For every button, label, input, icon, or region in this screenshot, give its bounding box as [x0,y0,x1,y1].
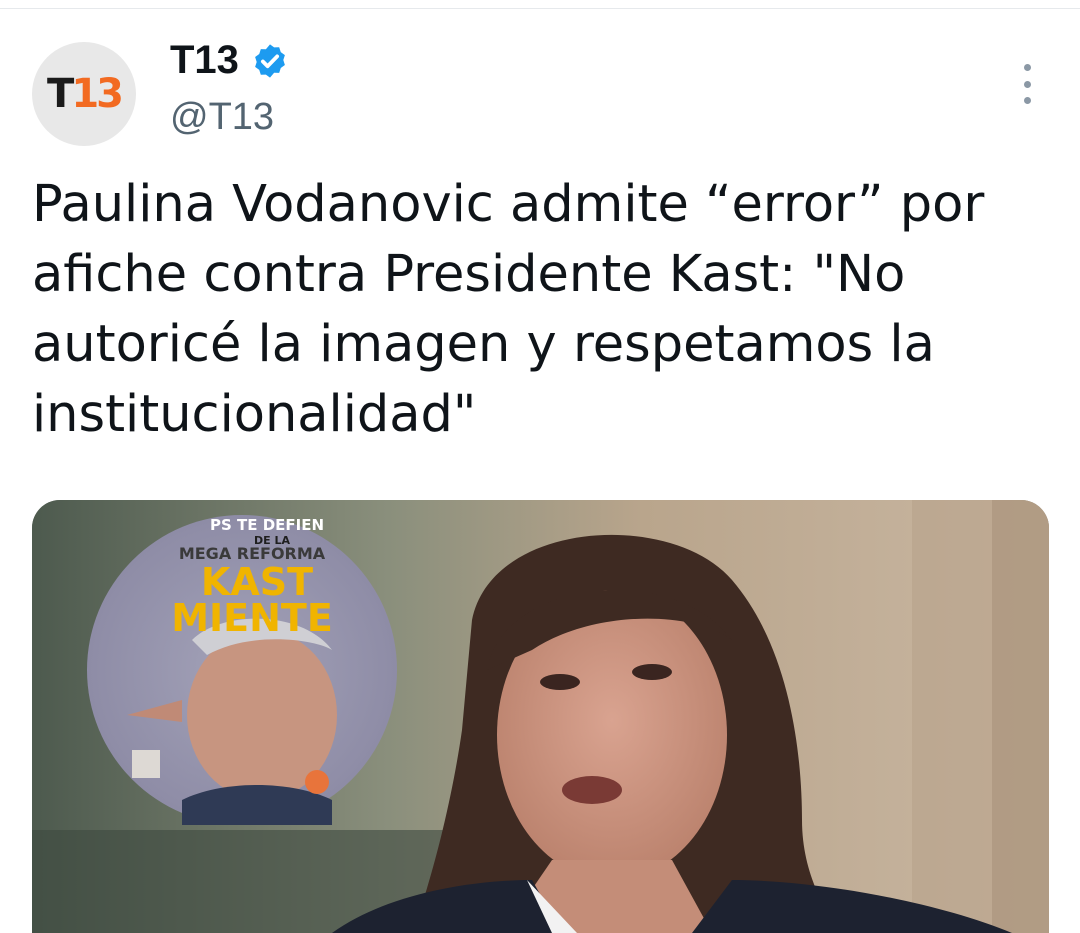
account-handle[interactable]: @T13 [170,96,274,139]
top-divider [0,8,1080,9]
account-name-row[interactable]: T13 [170,38,289,83]
more-dot [1023,97,1031,104]
tweet-text: Paulina Vodanovic admite “error” por afi… [32,170,1042,450]
more-dot [1023,64,1031,71]
t13-logo: T13 [47,71,124,117]
more-dot [1023,80,1031,88]
tweet-line: afiche contra Presidente Kast: "No [32,245,906,304]
tweet-line: autoricé la imagen y respetamos la [32,315,935,374]
avatar[interactable]: T13 [32,42,136,146]
tweet-line: Paulina Vodanovic admite “error” por [32,175,985,234]
poster-text-line1: PS TE DEFIEN [209,516,325,534]
tweet-line: institucionalidad" [32,385,477,444]
tweet-media-image[interactable]: PS TE DEFIEN DE LA MEGA REFORMA KAST MIE… [32,500,1049,933]
more-vertical-icon[interactable] [1012,64,1042,104]
poster-text-line5: MIENTE [171,596,333,640]
verified-badge-icon [255,43,285,78]
account-name[interactable]: T13 [170,38,239,83]
